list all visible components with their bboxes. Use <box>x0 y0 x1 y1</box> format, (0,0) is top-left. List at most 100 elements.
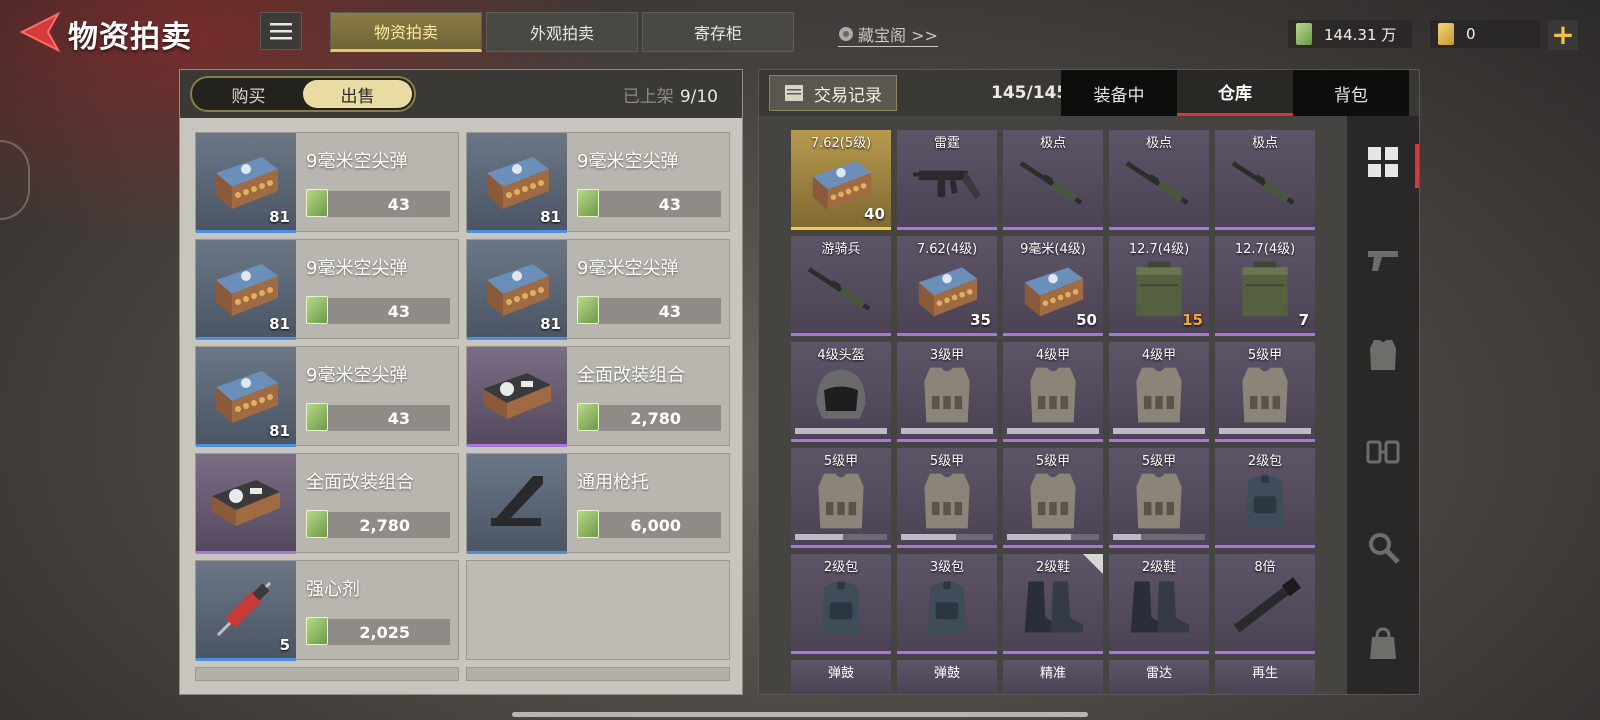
inventory-tab[interactable]: 背包 <box>1293 70 1409 116</box>
inventory-tab[interactable]: 装备中 <box>1061 70 1177 116</box>
sell-listing[interactable]: 通用枪托 6,000 <box>466 453 730 554</box>
category-button[interactable] <box>1347 501 1419 597</box>
inventory-item-partial[interactable]: 精准 <box>1003 660 1103 694</box>
inventory-item[interactable]: 5级甲 <box>897 448 997 548</box>
ticket-display: 0 <box>1430 20 1540 48</box>
item-price-value: 2,780 <box>359 515 410 535</box>
item-label: 2级包 <box>1247 454 1283 469</box>
trade-record-button[interactable]: 交易记录 <box>769 75 897 111</box>
item-thumbnail <box>196 454 296 554</box>
inventory-item[interactable]: 3级包 <box>897 554 997 654</box>
buy-sell-toggle: 购买 出售 <box>190 76 416 112</box>
inventory-item[interactable]: 游骑兵 <box>791 236 891 336</box>
item-label: 7.62(4级) <box>916 242 978 257</box>
inventory-item[interactable]: 5级甲 <box>1003 448 1103 548</box>
item-name: 通用枪托 <box>577 472 649 493</box>
inventory-area[interactable]: 7.62(5级) 40 雷霆 极点 极点 极点游骑兵 7.62(4级) 35 9毫米(4级) 50… <box>759 116 1347 694</box>
inventory-item[interactable]: 7.62(4级) 35 <box>897 236 997 336</box>
inventory-item[interactable]: 7.62(5级) 40 <box>791 130 891 230</box>
inventory-item[interactable]: 极点 <box>1003 130 1103 230</box>
item-name: 强心剂 <box>306 579 360 600</box>
inventory-item-partial[interactable]: 弹鼓 <box>791 660 891 694</box>
durability-bar <box>901 428 993 434</box>
inventory-item[interactable]: 8倍 <box>1215 554 1315 654</box>
inventory-item[interactable]: 12.7(4级) 7 <box>1215 236 1315 336</box>
inventory-item[interactable]: 2级鞋 <box>1109 554 1209 654</box>
item-label: 极点 <box>1039 136 1066 151</box>
item-label: 7.62(5级) <box>810 136 872 151</box>
capacity: 145/145 <box>991 83 1069 103</box>
page-title: 物资拍卖 <box>68 20 192 55</box>
item-label: 9毫米(4级) <box>1020 242 1086 257</box>
sell-listing[interactable]: 81 9毫米空尖弹 43 <box>466 132 730 233</box>
buy-option[interactable]: 购买 <box>194 80 303 108</box>
inventory-item[interactable]: 5级甲 <box>1215 342 1315 442</box>
item-thumbnail <box>467 454 567 554</box>
sell-listing[interactable]: 全面改装组合 2,780 <box>195 453 459 554</box>
item-label: 4级甲 <box>1035 348 1071 363</box>
sell-panel-header: 购买 出售 已上架 9/10 <box>180 70 742 118</box>
inventory-item[interactable]: 3级甲 <box>897 342 997 442</box>
inventory-item[interactable]: 2级包 <box>791 554 891 654</box>
sell-listing[interactable]: 5 强心剂 2,025 <box>195 560 459 661</box>
back-arrow-icon <box>19 11 61 53</box>
durability-fill <box>795 428 887 434</box>
category-button[interactable] <box>1347 598 1419 694</box>
item-label: 游骑兵 <box>821 242 861 257</box>
durability-bar <box>901 534 993 540</box>
inventory-item[interactable]: 2级包 <box>1215 448 1315 548</box>
item-quantity: 15 <box>1182 311 1203 329</box>
inventory-item[interactable]: 4级头盔 <box>791 342 891 442</box>
sell-listing[interactable]: 全面改装组合 2,780 <box>466 346 730 447</box>
item-quantity: 40 <box>864 205 885 223</box>
add-currency-button[interactable]: + <box>1548 20 1578 50</box>
cash-icon <box>577 510 599 538</box>
ticket-amount: 0 <box>1466 25 1476 43</box>
top-tab[interactable]: 物资拍卖 <box>330 12 482 52</box>
sell-listing[interactable]: 81 9毫米空尖弹 43 <box>195 346 459 447</box>
inventory-item[interactable]: 极点 <box>1109 130 1209 230</box>
inventory-item[interactable]: 2级鞋 <box>1003 554 1103 654</box>
category-button[interactable] <box>1347 116 1419 212</box>
item-price: 2,780 <box>577 403 721 431</box>
top-tab[interactable]: 外观拍卖 <box>486 12 638 52</box>
inventory-tab[interactable]: 仓库 <box>1177 70 1293 116</box>
durability-fill <box>795 534 843 540</box>
category-button[interactable] <box>1347 212 1419 308</box>
category-button[interactable] <box>1347 405 1419 501</box>
inventory-item-partial[interactable]: 雷达 <box>1109 660 1209 694</box>
sell-option[interactable]: 出售 <box>303 80 412 108</box>
top-tab[interactable]: 寄存柜 <box>642 12 794 52</box>
listing-slot-partial <box>195 667 459 681</box>
menu-button[interactable] <box>260 12 302 50</box>
back-button[interactable] <box>18 10 62 54</box>
inventory-item[interactable]: 极点 <box>1215 130 1315 230</box>
inventory-item-partial[interactable]: 弹鼓 <box>897 660 997 694</box>
treasure-link[interactable]: 藏宝阁 >> <box>838 22 938 47</box>
durability-bar <box>1219 428 1311 434</box>
item-label: 雷霆 <box>933 136 960 151</box>
cash-icon <box>577 403 599 431</box>
item-quantity: 81 <box>269 315 290 333</box>
inventory-item[interactable]: 9毫米(4级) 50 <box>1003 236 1103 336</box>
ticket-icon <box>1438 23 1454 45</box>
item-thumbnail: 81 <box>467 133 567 233</box>
empty-listing-slot[interactable] <box>466 560 730 660</box>
item-label: 3级包 <box>929 560 965 575</box>
item-label: 极点 <box>1251 136 1278 151</box>
inventory-item[interactable]: 5级甲 <box>791 448 891 548</box>
item-thumbnail: 81 <box>196 347 296 447</box>
sell-listing[interactable]: 81 9毫米空尖弹 43 <box>195 239 459 340</box>
item-quantity: 81 <box>540 315 561 333</box>
inventory-item[interactable]: 5级甲 <box>1109 448 1209 548</box>
category-button[interactable] <box>1347 309 1419 405</box>
inventory-item[interactable]: 12.7(4级) 15 <box>1109 236 1209 336</box>
sell-listing[interactable]: 81 9毫米空尖弹 43 <box>466 239 730 340</box>
inventory-item[interactable]: 雷霆 <box>897 130 997 230</box>
sell-listing[interactable]: 81 9毫米空尖弹 43 <box>195 132 459 233</box>
listing-slot-partial <box>466 667 730 681</box>
inventory-item-partial[interactable]: 再生 <box>1215 660 1315 694</box>
item-price-value: 43 <box>658 301 681 321</box>
inventory-item[interactable]: 4级甲 <box>1109 342 1209 442</box>
inventory-item[interactable]: 4级甲 <box>1003 342 1103 442</box>
